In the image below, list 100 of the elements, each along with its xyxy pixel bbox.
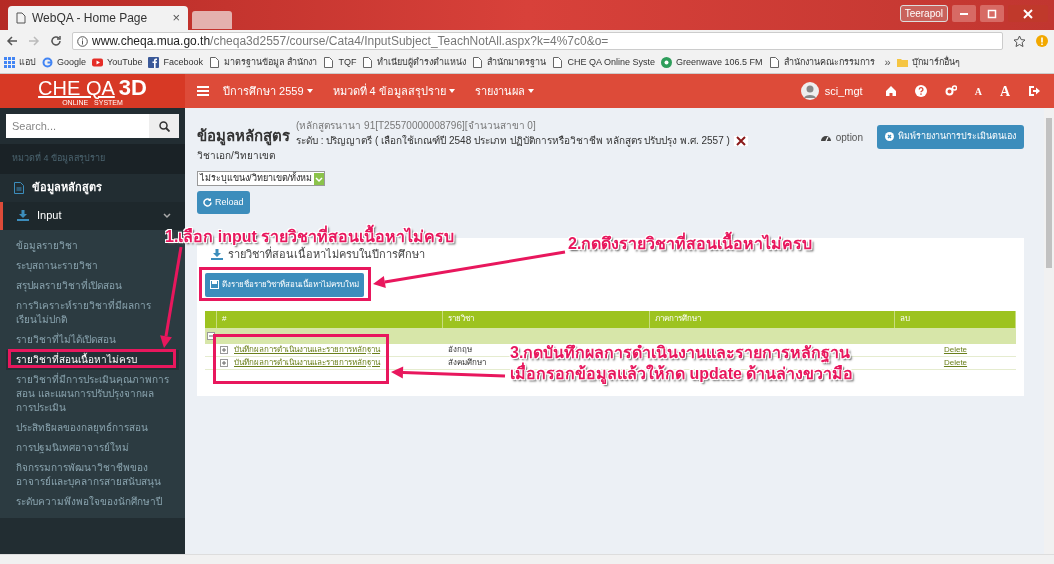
sidebar-subitem[interactable]: การวิเคราะห์รายวิชาที่มีผลการเรียนไม่ปกติ: [6, 295, 179, 330]
sidebar-subitem[interactable]: ระบุสถานะรายวิชา: [6, 255, 179, 276]
search-button[interactable]: [149, 114, 179, 138]
sidebar-subitem[interactable]: ระดับความพึงพอใจของนักศึกษาปี: [6, 491, 179, 512]
close-icon: [1023, 8, 1033, 19]
horizontal-scrollbar[interactable]: [0, 554, 1054, 564]
user-menu[interactable]: sci_mgt: [800, 82, 863, 100]
download-icon: [211, 249, 223, 260]
letter-g-icon: [42, 57, 53, 68]
user-avatar-icon: [800, 82, 819, 100]
caret-icon: [527, 89, 534, 93]
bookmark-item[interactable]: TQF: [323, 55, 357, 70]
reload-button[interactable]: Reload: [197, 190, 250, 215]
browser-tab[interactable]: WebQA - Home Page ×: [8, 6, 188, 30]
save-icon: [210, 280, 219, 290]
course-info: (หลักสูตรนานา 91[T25570000008796][จำนวนสาขา 0]: [296, 119, 537, 133]
subtitle: วิชาเอก/วิทยาเขต: [197, 149, 276, 163]
back-arrow-icon: [6, 35, 18, 47]
search-field[interactable]: Search...: [6, 114, 149, 138]
close-button[interactable]: [733, 135, 748, 146]
scrollbar-thumb[interactable]: [1046, 118, 1052, 268]
fetch-button[interactable]: ดึงรายชื่อรายวิชาที่สอนเนื้อหาไม่ครบใหม่: [205, 272, 364, 297]
table-cell-text: สังคมศึกษา: [447, 356, 487, 369]
font-smaller-button[interactable]: A: [974, 83, 982, 99]
menu-icon: [197, 86, 209, 96]
sidebar-subitem[interactable]: รายวิชาที่มีการประเมินคุณภาพการสอน และแผนการปรับปรุงจากผลการประเมิน: [6, 369, 179, 418]
record-link[interactable]: บันทึกผลการดำเนินงานและรายการหลักฐาน: [234, 356, 380, 369]
play-icon: [92, 57, 104, 68]
dashboard-icon: [819, 133, 832, 142]
window-close-button[interactable]: [1008, 5, 1048, 22]
refresh-icon: [203, 198, 212, 207]
bookmark-item[interactable]: สำนักมาตรฐาน: [472, 55, 547, 70]
apps-grid-icon: [4, 57, 15, 68]
bookmark-item[interactable]: CHE QA Online Syste: [552, 55, 655, 70]
column-header: #: [217, 310, 443, 328]
nav-menu[interactable]: หมวดที่ 4 ข้อมูลสรุปราย: [332, 82, 455, 100]
bookmark-item[interactable]: Greenwave 106.5 FM: [661, 55, 763, 70]
circle-logo-icon: [661, 57, 672, 68]
search-icon: [158, 120, 170, 132]
sign-out-button[interactable]: [1028, 85, 1040, 97]
help-icon: [914, 85, 927, 97]
bookmark-item[interactable]: บุ๊กมาร์กอื่นๆ: [896, 55, 960, 70]
column-header: ภาคการศึกษา: [650, 310, 895, 328]
option-link[interactable]: option: [819, 130, 863, 145]
expand-icon: [220, 358, 228, 367]
toolbar-button[interactable]: [914, 85, 927, 97]
user-badge: Teerapol: [899, 5, 948, 22]
sidebar-subitem[interactable]: สรุปผลรายวิชาที่เปิดสอน: [6, 275, 179, 296]
address-bar[interactable]: www.cheqa.mua.go.th/cheqa3d2557/course/Cata4/InputSubject_TeachNotAll.aspx?k=4%7c0&o=: [72, 32, 1003, 50]
collapse-icon: [207, 331, 215, 340]
print-report-button[interactable]: พิมพ์รายงานการประเมินตนเอง: [877, 125, 1024, 149]
close-icon: [735, 135, 746, 146]
bookmark-item[interactable]: YouTube: [92, 55, 143, 70]
page-title: ข้อมูลหลักสูตร: [197, 125, 290, 148]
annotation-text: เมื่อกรอกข้อมูลแล้วให้กด update ด้านล่างขวามือ: [510, 363, 854, 384]
window-maximize-button[interactable]: [980, 5, 1004, 22]
bookmark-item[interactable]: Google: [42, 55, 87, 70]
level-info: ระดับ : ปริญญาตรี ( เลือกใช้เกณฑ์ปี 2548 ประเภท ปฏิบัติการหรือวิชาชีพ หลักสูตร ปรับปรุง พ.ศ. 2557 ): [296, 134, 730, 148]
maximize-icon: [987, 8, 997, 19]
sidebar-subitem[interactable]: รายวิชาที่ไม่ได้เปิดสอน: [6, 329, 179, 350]
sidebar-subitem[interactable]: การปฐมนิเทศอาจารย์ใหม่: [6, 437, 179, 458]
bookmark-item[interactable]: Facebook: [148, 55, 203, 70]
document-icon: [14, 181, 24, 194]
more-bookmarks-button[interactable]: »: [884, 54, 891, 71]
page-icon: [16, 12, 26, 24]
nav-menu[interactable]: ปีการศึกษา 2559: [223, 82, 313, 100]
column-header: รายวิชา: [443, 310, 650, 328]
sidebar-subitem[interactable]: ประสิทธิผลของกลยุทธ์การสอน: [6, 417, 179, 438]
window-minimize-button[interactable]: [952, 5, 976, 22]
annotation-text: 3.กดบันทึกผลการดำเนินงานและรายการหลักฐาน: [510, 343, 852, 363]
page-icon: [323, 57, 335, 68]
page-icon: [472, 57, 484, 68]
url-text: www.cheqa.mua.go.th/cheqa3d2557/course/Cata4/InputSubject_TeachNotAll.aspx?k=4%7c0&o=: [92, 33, 609, 50]
bookmark-item[interactable]: แอป: [4, 55, 36, 70]
bookmark-item[interactable]: สำนักงานคณะกรรมการ: [768, 55, 875, 70]
info-icon: [77, 35, 88, 47]
page-icon: [362, 57, 374, 68]
folder-icon: [896, 57, 908, 68]
caret-icon: [306, 89, 313, 93]
page-icon: [768, 57, 780, 68]
record-link[interactable]: บันทึกผลการดำเนินงานและรายการหลักฐาน: [234, 343, 380, 356]
warning-icon: [1036, 35, 1048, 47]
font-larger-button[interactable]: A: [999, 80, 1010, 102]
close-tab-button[interactable]: ×: [172, 8, 180, 28]
delete-link[interactable]: Delete: [943, 357, 968, 367]
toolbar-button[interactable]: [944, 85, 957, 97]
bookmark-item[interactable]: ทำเนียบผู้ดำรงตำแหน่ง: [362, 55, 467, 70]
toolbar-button[interactable]: [884, 85, 897, 97]
delete-link[interactable]: Delete: [943, 344, 968, 354]
minimize-icon: [960, 12, 968, 15]
column-header: ลบ: [895, 310, 1016, 328]
gears-icon: [944, 85, 957, 97]
sidebar-item[interactable]: ข้อมูลหลักสูตร: [0, 173, 185, 202]
nav-menu[interactable]: รายงานผล: [474, 82, 534, 100]
close-circle-icon: [885, 132, 894, 142]
branch-dropdown[interactable]: ไม่ระบุแขนง/วิทยาเขต/ทั้งหม: [197, 171, 325, 186]
forward-arrow-icon: [28, 35, 40, 47]
bookmark-item[interactable]: มาตรฐานข้อมูล สำนักงา: [208, 55, 318, 70]
sidebar-subitem[interactable]: กิจกรรมการพัฒนาวิชาชีพของอาจารย์และบุคลากรสายสนับสนุน: [6, 457, 179, 492]
reload-icon: [50, 35, 62, 47]
